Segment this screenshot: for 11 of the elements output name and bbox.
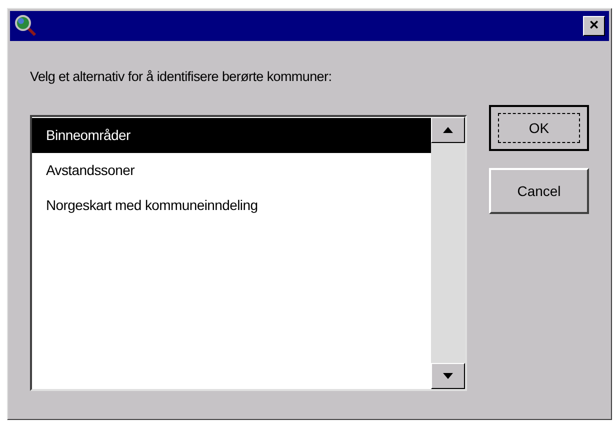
scrollbar[interactable] — [431, 117, 465, 389]
up-arrow-icon — [443, 127, 453, 133]
scroll-down-button[interactable] — [431, 363, 465, 389]
close-button[interactable]: × — [583, 16, 605, 36]
prompt-label: Velg et alternativ for å identifisere berørte kommuner: — [30, 68, 333, 86]
dialog-button[interactable]: OK — [489, 105, 589, 151]
dialog-button[interactable]: Cancel — [489, 168, 589, 214]
magnifier-globe-icon — [14, 14, 38, 38]
list-item[interactable]: Binneområder — [32, 118, 431, 153]
scroll-up-button[interactable] — [431, 117, 465, 143]
down-arrow-icon — [443, 373, 453, 379]
